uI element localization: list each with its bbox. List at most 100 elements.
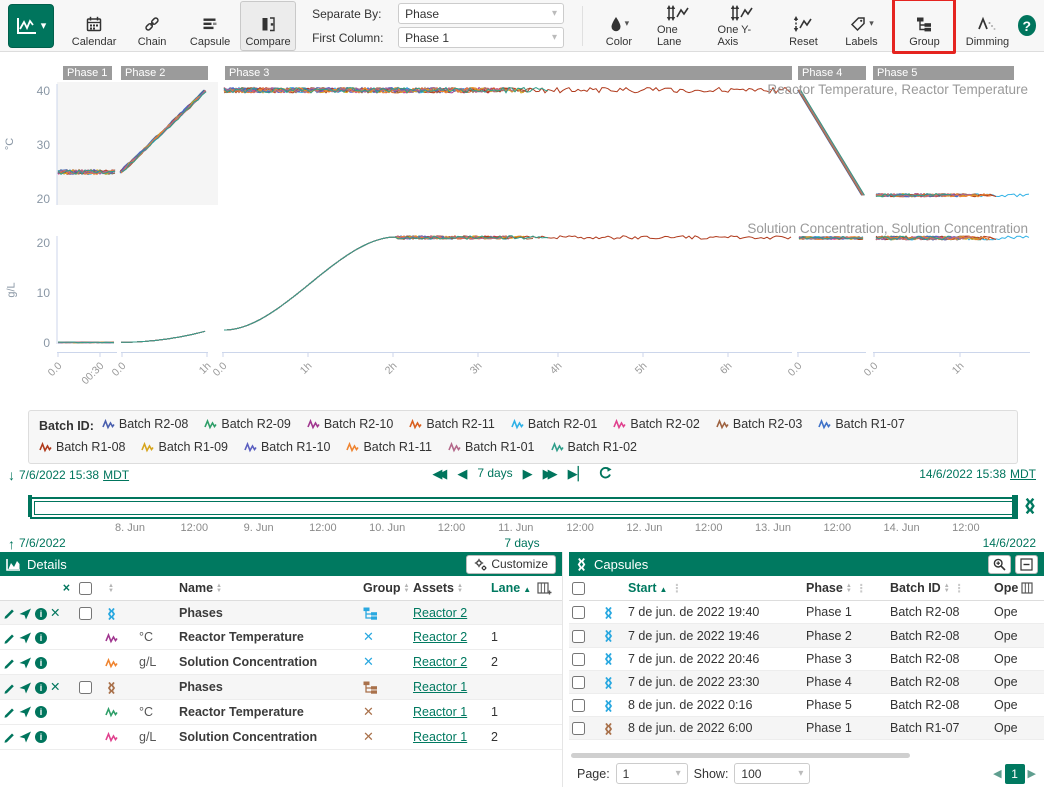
row-checkbox[interactable] xyxy=(79,681,92,694)
info-icon[interactable]: i xyxy=(35,682,47,694)
capsule-button[interactable]: Capsule xyxy=(182,1,238,51)
sort-icon[interactable]: ▲▼ xyxy=(457,584,463,594)
send-plane-icon[interactable] xyxy=(19,632,32,644)
remove-all-icon[interactable]: × xyxy=(63,581,70,595)
timezone-link[interactable]: MDT xyxy=(1010,467,1036,481)
capsule-time-toggle-icon[interactable] xyxy=(1022,498,1038,514)
calendar-button[interactable]: Calendar xyxy=(66,1,122,51)
info-icon[interactable]: i xyxy=(35,632,47,644)
step-forward-button[interactable]: ▶ xyxy=(523,467,533,480)
step-forward-much-button[interactable]: ▶▶ xyxy=(543,467,558,480)
one-lane-button[interactable]: One Lane xyxy=(649,1,708,51)
capsule-table-row[interactable]: 7 de jun. de 2022 20:46 Phase 3 Batch R2… xyxy=(569,647,1044,670)
lane-column-header[interactable]: Lane xyxy=(491,581,520,595)
details-table-row[interactable]: i °C Reactor Temperature ✕ Reactor 1 1 xyxy=(0,699,562,724)
row-checkbox[interactable] xyxy=(572,676,585,689)
item-name[interactable]: Phases xyxy=(176,601,360,625)
edit-pencil-icon[interactable] xyxy=(3,657,16,670)
capsule-table-row[interactable]: 7 de jun. de 2022 19:40 Phase 1 Batch R2… xyxy=(569,601,1044,624)
row-checkbox[interactable] xyxy=(572,606,585,619)
timeline-right-handle[interactable] xyxy=(1012,495,1018,517)
legend-item[interactable]: Batch R2-03 xyxy=(716,414,802,435)
legend-item[interactable]: Batch R1-07 xyxy=(818,414,904,435)
legend-item[interactable]: Batch R1-08 xyxy=(39,437,125,458)
info-icon[interactable]: i xyxy=(35,608,47,620)
remove-icon[interactable]: ✕ xyxy=(50,680,60,694)
details-table-row[interactable]: i °C Reactor Temperature ✕ Reactor 2 1 xyxy=(0,625,562,650)
legend-item[interactable]: Batch R2-09 xyxy=(204,414,290,435)
capsule-table-row[interactable]: 8 de jun. de 2022 0:16 Phase 5 Batch R2-… xyxy=(569,694,1044,717)
previous-page-button[interactable]: ◀ xyxy=(993,767,1001,780)
asset-link[interactable]: Reactor 2 xyxy=(413,630,467,644)
send-plane-icon[interactable] xyxy=(19,608,32,620)
edit-pencil-icon[interactable] xyxy=(3,706,16,719)
operation-column-header[interactable]: Operation xyxy=(994,581,1018,595)
row-checkbox[interactable] xyxy=(79,607,92,620)
asset-link[interactable]: Reactor 2 xyxy=(413,655,467,669)
capsule-table-row[interactable]: 7 de jun. de 2022 19:46 Phase 2 Batch R2… xyxy=(569,624,1044,647)
first-column-dropdown[interactable]: Phase 1 ▾ xyxy=(398,27,564,48)
batch-id-column-header[interactable]: Batch ID xyxy=(890,581,941,595)
row-checkbox[interactable] xyxy=(572,653,585,666)
edit-pencil-icon[interactable] xyxy=(3,682,16,695)
labels-button[interactable]: ▾ Labels xyxy=(833,1,889,51)
legend-item[interactable]: Batch R2-02 xyxy=(613,414,699,435)
refresh-icon[interactable] xyxy=(598,466,612,480)
step-back-button[interactable]: ◀ xyxy=(457,467,467,480)
one-y-axis-button[interactable]: One Y-Axis xyxy=(710,1,774,51)
details-table-row[interactable]: i✕ Phases Reactor 2 xyxy=(0,601,562,625)
duration-button[interactable]: 7 days xyxy=(477,466,512,480)
edit-pencil-icon[interactable] xyxy=(3,731,16,744)
send-plane-icon[interactable] xyxy=(19,682,32,694)
sort-icon[interactable]: ▲▼ xyxy=(108,584,114,594)
legend-item[interactable]: Batch R1-02 xyxy=(551,437,637,458)
sort-icon[interactable]: ▲▼ xyxy=(216,584,222,594)
group-parent-icon[interactable] xyxy=(363,606,378,620)
horizontal-scrollbar[interactable] xyxy=(571,752,1042,759)
asset-link[interactable]: Reactor 1 xyxy=(413,705,467,719)
remove-icon[interactable]: ✕ xyxy=(50,606,60,620)
chain-button[interactable]: Chain xyxy=(124,1,180,51)
legend-item[interactable]: Batch R2-08 xyxy=(102,414,188,435)
assets-column-header[interactable]: Assets xyxy=(413,581,454,595)
ungroup-x-icon[interactable]: ✕ xyxy=(363,704,374,719)
item-name[interactable]: Solution Concentration xyxy=(176,724,360,749)
asset-link[interactable]: Reactor 2 xyxy=(413,606,467,620)
details-table-row[interactable]: i g/L Solution Concentration ✕ Reactor 2… xyxy=(0,650,562,675)
reset-button[interactable]: Reset xyxy=(775,1,831,51)
details-table-row[interactable]: i✕ Phases Reactor 1 xyxy=(0,675,562,699)
legend-item[interactable]: Batch R1-09 xyxy=(141,437,227,458)
sort-icon[interactable]: ▲▼ xyxy=(846,584,852,594)
view-selector-button[interactable]: ▾ xyxy=(8,4,54,48)
row-checkbox[interactable] xyxy=(572,630,585,643)
step-to-end-button[interactable]: ▶▏ xyxy=(568,467,588,480)
range-end-datetime[interactable]: 14/6/2022 15:38 xyxy=(919,467,1006,481)
info-icon[interactable]: i xyxy=(35,731,47,743)
collapse-panel-button[interactable] xyxy=(1015,555,1038,574)
item-name[interactable]: Reactor Temperature xyxy=(176,625,360,650)
compare-button[interactable]: Compare xyxy=(240,1,296,51)
info-icon[interactable]: i xyxy=(35,706,47,718)
current-page-button[interactable]: 1 xyxy=(1005,764,1025,784)
add-column-icon[interactable] xyxy=(537,582,552,595)
capsule-table-row[interactable]: 8 de jun. de 2022 6:00 Phase 1 Batch R1-… xyxy=(569,717,1044,740)
page-select[interactable]: 1 ▾ xyxy=(616,763,688,784)
column-drag-handle[interactable]: ⋮ xyxy=(671,583,682,595)
dimming-button[interactable]: Dimming xyxy=(959,1,1015,51)
next-page-button[interactable]: ▶ xyxy=(1028,767,1036,780)
column-drag-handle[interactable]: ⋮ xyxy=(856,583,867,595)
legend-item[interactable]: Batch R2-10 xyxy=(307,414,393,435)
color-button[interactable]: ▾ Color xyxy=(591,1,647,51)
step-back-much-button[interactable]: ◀◀ xyxy=(432,467,447,480)
start-column-header[interactable]: Start xyxy=(628,581,656,595)
help-button[interactable]: ? xyxy=(1018,15,1037,36)
select-all-checkbox[interactable] xyxy=(572,582,585,595)
item-name[interactable]: Reactor Temperature xyxy=(176,699,360,724)
select-all-checkbox[interactable] xyxy=(79,582,92,595)
customize-button[interactable]: Customize xyxy=(466,555,556,574)
legend-item[interactable]: Batch R2-11 xyxy=(409,414,495,435)
row-checkbox[interactable] xyxy=(572,699,585,712)
legend-item[interactable]: Batch R1-01 xyxy=(448,437,534,458)
ungroup-x-icon[interactable]: ✕ xyxy=(363,629,374,644)
add-column-icon[interactable] xyxy=(1021,582,1036,595)
